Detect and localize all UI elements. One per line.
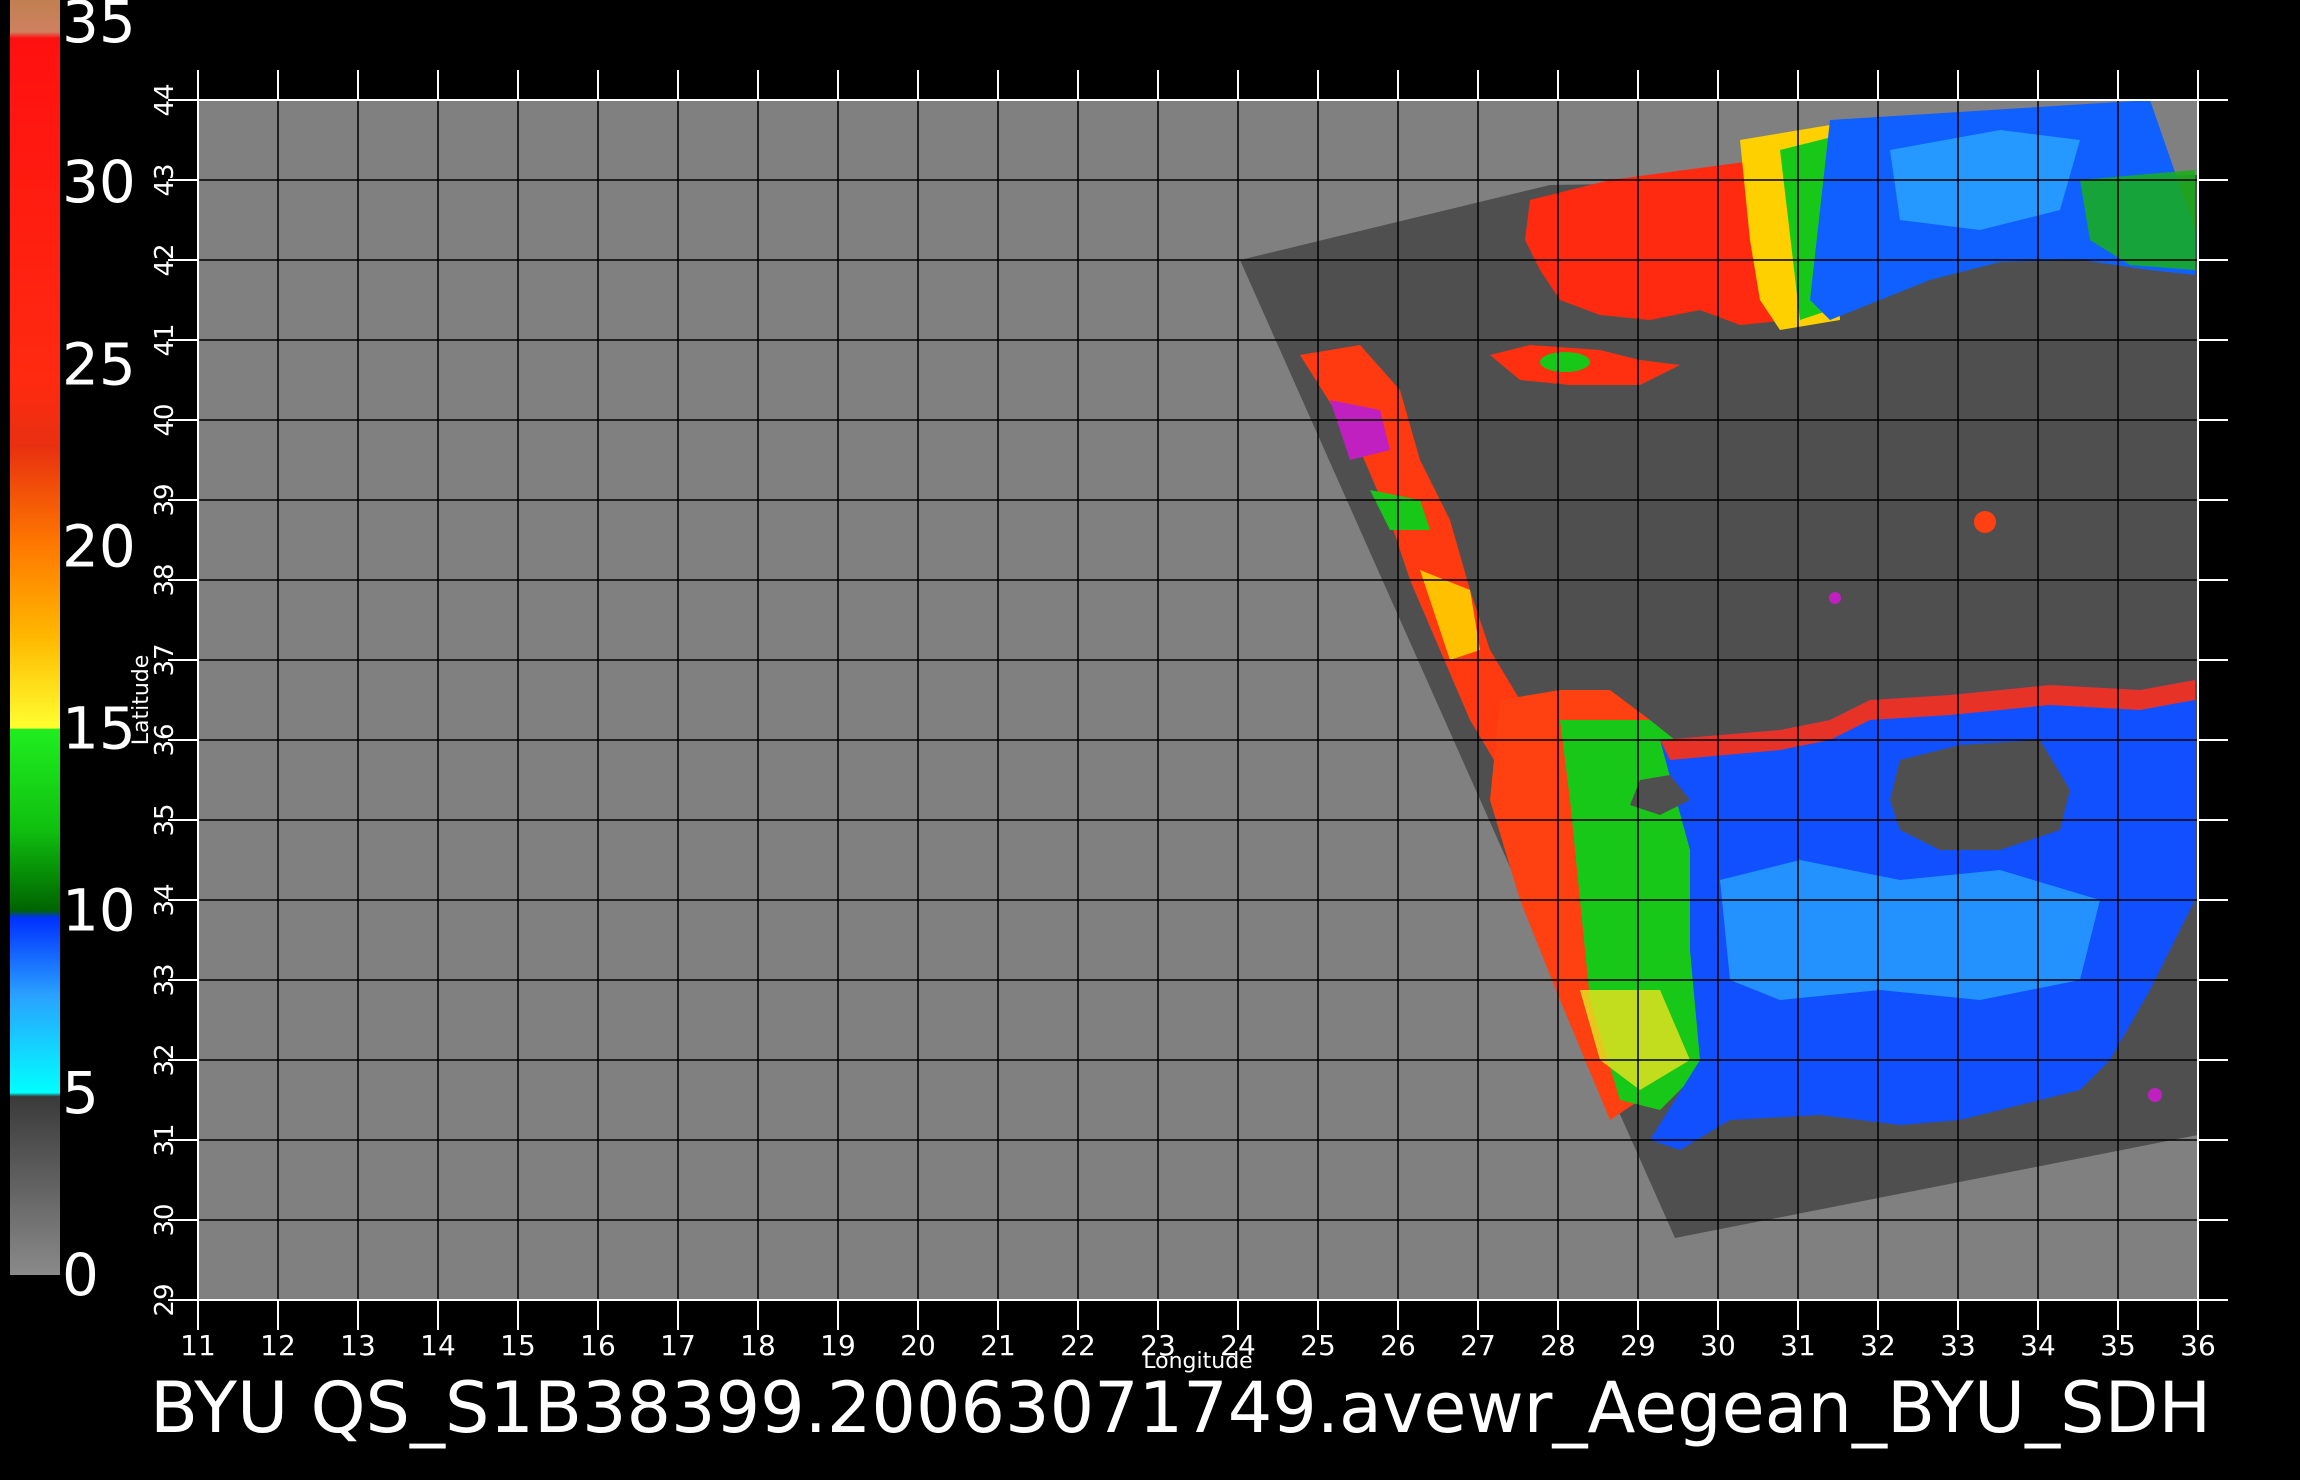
x-tick-label: 11 [180,1329,216,1362]
wind-map-figure: 35302520151050 11 12 13 14 15 16 17 18 1… [10,0,2228,1374]
y-tick-label: 41 [150,323,180,356]
color-scale-label: 5 [62,1059,99,1127]
x-tick-label: 36 [2180,1329,2216,1362]
y-tick-label: 35 [150,803,180,836]
y-axis-title: Latitude [129,655,154,746]
color-scale-label: 25 [62,330,136,398]
color-scale-label: 15 [62,695,136,763]
x-tick-label: 25 [1300,1329,1336,1362]
x-tick-label: 27 [1460,1329,1496,1362]
y-tick-label: 38 [150,563,180,596]
x-tick-label: 20 [900,1329,936,1362]
y-tick-label: 32 [150,1043,180,1076]
y-tick-label: 37 [150,643,180,676]
color-scale-label: 35 [62,0,136,56]
x-tick-label: 22 [1060,1329,1096,1362]
x-tick-label: 34 [2020,1329,2056,1362]
y-tick-label: 31 [150,1123,180,1156]
map-panel: 11 12 13 14 15 16 17 18 19 20 21 22 23 24 25 26 27 28 29 30… [150,70,2228,1362]
y-tick-label: 29 [150,1283,180,1316]
x-tick-label: 15 [500,1329,536,1362]
x-tick-label: 12 [260,1329,296,1362]
x-tick-label: 28 [1540,1329,1576,1362]
wind-field-spot [1974,511,1996,533]
y-tick-label: 30 [150,1203,180,1236]
y-tick-label: 34 [150,883,180,916]
x-tick-label: 32 [1860,1329,1896,1362]
x-tick-label: 13 [340,1329,376,1362]
island-crete-cutout [1890,740,2070,850]
y-tick-label: 33 [150,963,180,996]
x-tick-label: 31 [1780,1329,1816,1362]
x-tick-label: 26 [1380,1329,1416,1362]
x-tick-label: 18 [740,1329,776,1362]
x-tick-label: 19 [820,1329,856,1362]
color-scale-label: 10 [62,877,136,945]
color-scale-bar [10,0,60,1275]
x-tick-label: 14 [420,1329,456,1362]
x-tick-label: 35 [2100,1329,2136,1362]
y-tick-label: 36 [150,723,180,756]
x-tick-label: 21 [980,1329,1016,1362]
y-tick-label: 43 [150,163,180,196]
y-tick-label: 40 [150,403,180,436]
wind-field-marmara-green [1540,352,1590,372]
x-tick-label: 33 [1940,1329,1976,1362]
x-tick-label: 30 [1700,1329,1736,1362]
color-scale-labels: 35 30 25 20 15 10 5 0 [62,0,136,1309]
y-tick-label: 44 [150,83,180,116]
color-scale-label: 20 [62,512,136,580]
wind-field-spot [1829,592,1841,604]
figure-title: BYU QS_S1B38399.20063071749.avewr_Aegean… [150,1367,2212,1449]
x-tick-label: 29 [1620,1329,1656,1362]
color-scale-label: 0 [62,1241,99,1309]
latitude-tick-labels: 29 30 31 32 33 34 35 36 37 38 39 40 41 42 43 44 [150,83,180,1316]
wind-field-spot [2148,1088,2162,1102]
color-scale-label: 30 [62,148,136,216]
y-tick-label: 39 [150,483,180,516]
y-tick-label: 42 [150,243,180,276]
x-tick-label: 16 [580,1329,616,1362]
x-tick-label: 17 [660,1329,696,1362]
